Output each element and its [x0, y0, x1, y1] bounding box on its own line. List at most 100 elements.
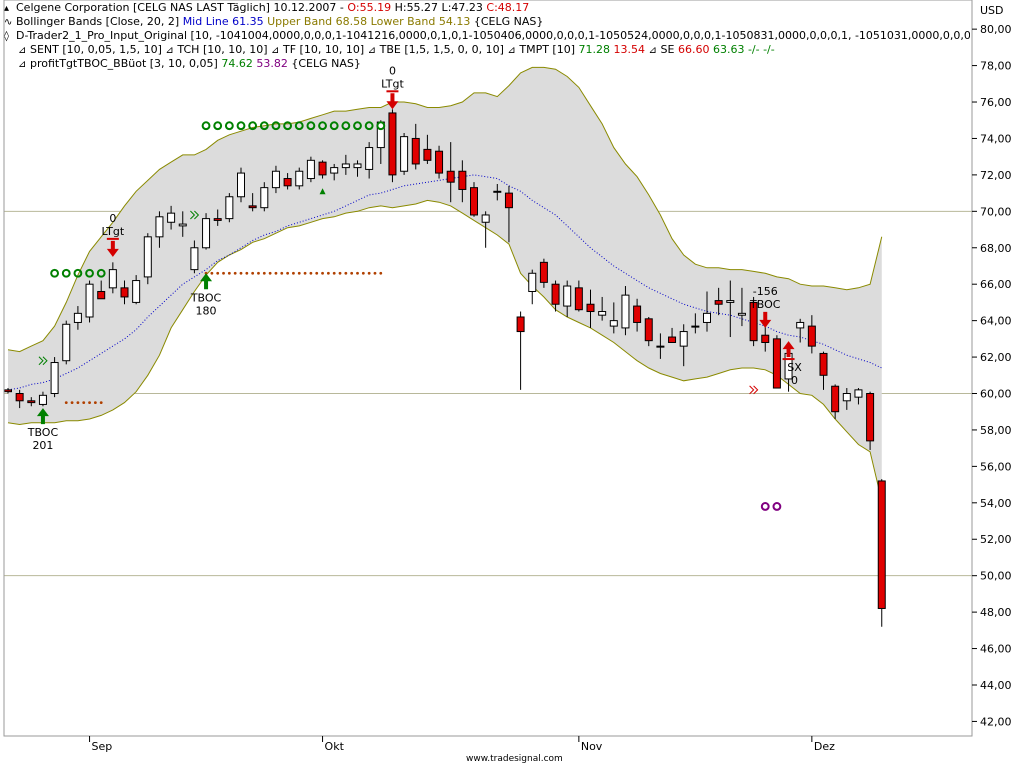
candle-body-up	[167, 212, 176, 223]
candle-body-down	[516, 316, 525, 333]
candle-body-up	[225, 196, 234, 220]
candle	[772, 335, 781, 389]
x-tick-label: Sep	[92, 740, 113, 753]
candle-body-down	[4, 389, 12, 393]
candle-body-up	[737, 312, 746, 316]
stop-dot	[321, 271, 324, 275]
candle	[306, 156, 315, 183]
candle-body-up	[842, 393, 851, 402]
candle-body-up	[563, 285, 572, 307]
candle	[877, 479, 886, 627]
candle-body-up	[609, 320, 618, 327]
candle-body-down	[411, 137, 420, 165]
y-tick-label: 60,00	[980, 388, 1012, 401]
candle-body-up	[400, 136, 409, 172]
ltgt-label: LTgt	[381, 77, 404, 90]
candle-body-up	[271, 170, 280, 189]
stop-dot	[227, 271, 231, 275]
candle-body-up	[353, 163, 362, 169]
y-tick-label: 64,00	[980, 315, 1012, 328]
candle	[528, 269, 537, 305]
y-tick-label: 48,00	[980, 606, 1012, 619]
y-tick-label: 72,00	[980, 169, 1012, 182]
stop-dot	[373, 271, 377, 275]
profit-target-circle	[61, 268, 71, 278]
candle-body-up	[237, 172, 245, 198]
stop-dot	[326, 271, 330, 275]
stop-dot	[239, 271, 243, 275]
stop-dot	[233, 271, 237, 275]
stop-dot	[361, 271, 365, 275]
stop-dot	[292, 271, 295, 275]
stop-dot	[379, 271, 383, 275]
sx-label: SX	[787, 361, 802, 374]
profit-target-circle-short	[760, 502, 770, 511]
candle	[470, 182, 478, 217]
candle-body-down	[586, 303, 595, 313]
candle-body-up	[691, 325, 700, 328]
y-tick-label: 50,00	[980, 570, 1012, 583]
candle-body-up	[365, 147, 374, 170]
candle-body-up	[178, 223, 187, 227]
candle-body-down	[504, 192, 513, 209]
stop-dot	[245, 271, 249, 275]
y-tick-label: 76,00	[980, 96, 1012, 109]
candle-body-down	[248, 205, 257, 209]
candle-body-down	[283, 178, 292, 187]
candle	[516, 311, 525, 390]
candle-body-up	[621, 294, 630, 329]
tboc-number: 201	[32, 439, 53, 452]
candle-body-down	[714, 300, 723, 305]
stop-dot	[76, 401, 80, 405]
candle	[295, 167, 304, 190]
stop-dot	[93, 401, 97, 405]
candle-body-down	[97, 290, 106, 300]
candle-body-down	[470, 187, 478, 216]
ltgt-label: LTgt	[102, 225, 125, 238]
candle-body-up	[679, 331, 688, 347]
candle-body-down	[819, 352, 828, 376]
candle-body-up	[854, 389, 863, 398]
candle-body-down	[831, 385, 840, 413]
candle-body-up	[260, 187, 269, 209]
stop-dot	[99, 401, 103, 405]
x-tick-label: Nov	[581, 740, 603, 753]
candle	[866, 391, 875, 450]
candle-body-up	[493, 190, 502, 193]
candle-body-down	[15, 393, 24, 402]
y-tick-label: 62,00	[980, 351, 1012, 364]
profit-target-circle	[50, 268, 59, 278]
y-axis-unit: USD	[980, 4, 1004, 17]
candle-body-up	[528, 272, 537, 292]
candle-body-down	[120, 287, 129, 298]
candle-body-down	[574, 287, 583, 311]
stop-dot	[257, 271, 260, 275]
candle-body-down	[772, 338, 781, 389]
y-tick-label: 74,00	[980, 132, 1012, 145]
candle-body-down	[633, 305, 642, 323]
candle-body-up	[598, 311, 607, 316]
stop-dot	[332, 271, 336, 275]
stop-dot	[297, 271, 301, 275]
y-tick-label: 78,00	[980, 60, 1012, 73]
footer-watermark: www.tradesignal.com	[466, 754, 563, 764]
candle-body-up	[108, 269, 117, 289]
price-chart[interactable]: TBOC201TBOC180LTgt0LTgt0TBOC-156SX0 42,0…	[0, 0, 1024, 768]
y-tick-label: 80,00	[980, 23, 1012, 36]
candle-body-up	[73, 312, 82, 323]
stop-dot	[216, 271, 220, 275]
candle-body-up	[155, 216, 164, 238]
tboc-label: TBOC	[27, 426, 59, 439]
stop-dot	[309, 271, 313, 275]
sx-number: 0	[791, 374, 798, 387]
candle-body-down	[213, 218, 222, 221]
stop-dot	[70, 401, 74, 405]
x-tick-label: Okt	[325, 740, 345, 753]
stop-dot	[344, 271, 348, 275]
stop-dot	[350, 271, 354, 275]
candle	[225, 193, 234, 223]
candle-body-up	[50, 362, 59, 395]
stop-dot	[262, 271, 266, 275]
stop-dot	[286, 271, 289, 275]
stop-dot	[356, 271, 359, 275]
